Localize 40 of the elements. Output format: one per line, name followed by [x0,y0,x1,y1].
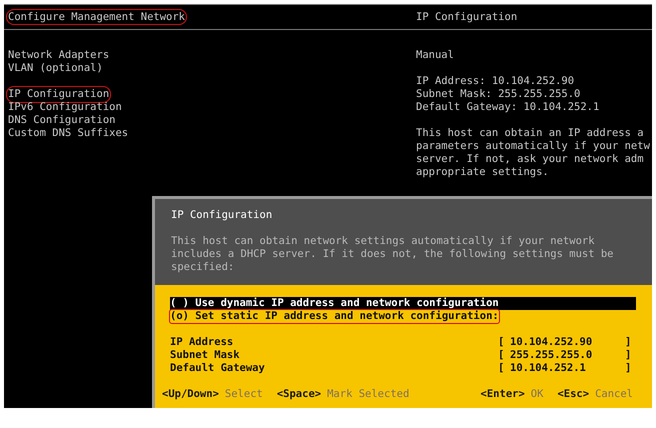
menu-item[interactable]: IP Configuration [8,88,110,101]
bracket-text: [ [498,336,506,349]
screen-title: Configure Management Network [8,10,186,22]
menu-item[interactable]: Network Adapters [8,49,110,62]
key-action: Select [224,388,263,401]
bracket-text: [ [498,349,506,362]
ip-detail-text: IP Address: 10.104.252.90 [416,75,574,88]
menu-item[interactable]: Custom DNS Suffixes [8,127,128,140]
field-value[interactable]: 10.104.252.1 [510,362,625,375]
key-action: Mark Selected [327,388,410,401]
ip-mode-text: Manual [416,49,454,62]
key-action: OK [530,388,544,401]
bracket-text: ] [625,336,632,349]
bracket-text: ] [625,362,632,375]
description-line: server. If not, ask your network adm [416,153,644,166]
description-line: appropriate settings. [416,166,549,179]
dialog-description: This host can obtain network settings automatically if your network includes a DHCP server. If it does not, the following settings must be specified: [171,235,615,274]
field-value[interactable]: 255.255.255.0 [510,349,625,362]
menu-item[interactable]: DNS Configuration [8,114,116,127]
radio-option[interactable]: ( ) Use dynamic IP address and network configuration [170,297,636,310]
description-line: parameters automatically if your netw [416,140,650,153]
key-action: Cancel [595,388,633,401]
field-label: Default Gateway [170,362,266,375]
field-label: IP Address [170,336,234,349]
description-line: This host can obtain an IP address a [416,127,644,140]
radio-option[interactable]: (o) Set static IP address and network configuration: [170,310,499,323]
bracket-text: [ [498,362,506,375]
ip-detail-text: Default Gateway: 10.104.252.1 [416,101,600,114]
menu-item[interactable]: IPv6 Configuration [8,101,122,114]
key-hint: <Esc> [557,388,590,401]
menu-item[interactable]: VLAN (optional) [8,62,103,75]
panel-title: IP Configuration [416,10,518,24]
key-hint: <Space> [276,388,322,401]
field-value[interactable]: 10.104.252.90 [510,336,625,349]
ip-detail-text: Subnet Mask: 255.255.255.0 [416,88,580,101]
dialog-title: IP Configuration [171,209,274,222]
field-label: Subnet Mask [170,349,241,362]
key-hint: <Up/Down> [162,388,219,401]
key-hint: <Enter> [480,388,525,401]
bracket-text: ] [625,349,632,362]
